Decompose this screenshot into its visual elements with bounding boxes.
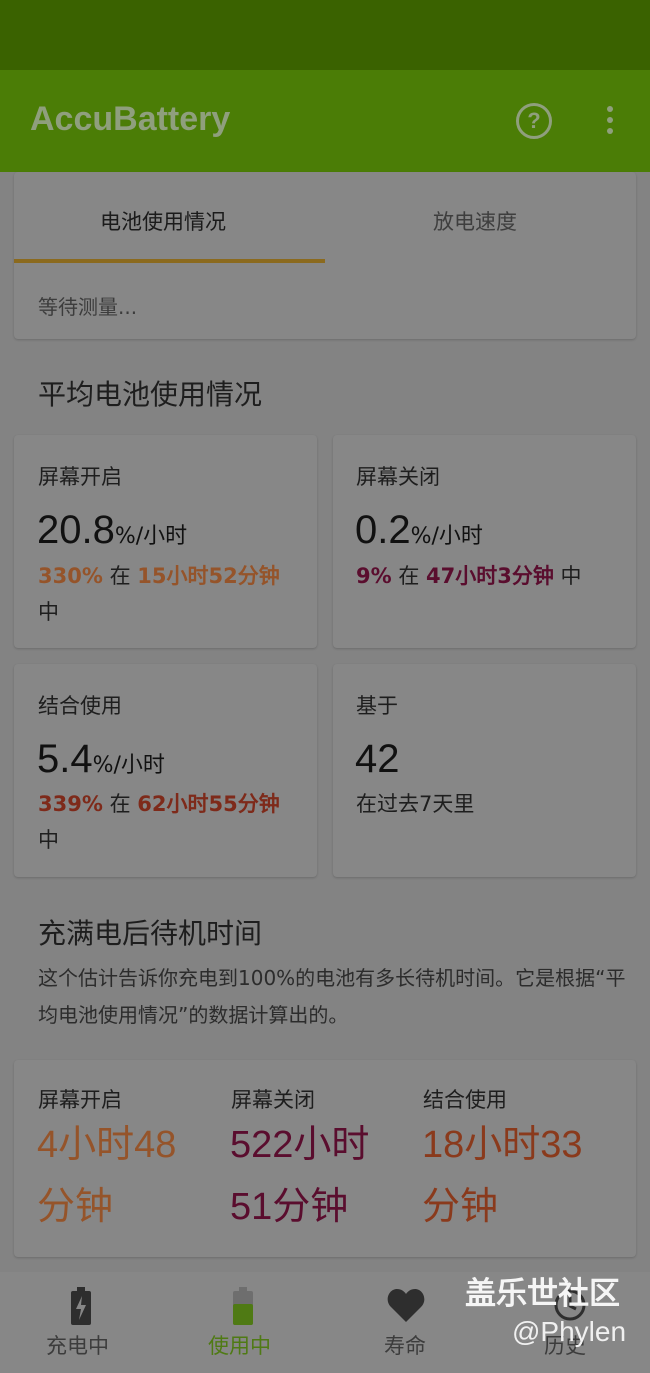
avg-usage-title: 平均电池使用情况 (38, 378, 263, 411)
battery-discharging-icon[interactable] (232, 1287, 254, 1325)
standby-combined-label: 结合使用 (423, 1088, 507, 1112)
standby-description: 这个估计告诉你充电到100%的电池有多长待机时间。它是根据“平均电池使用情况”的… (38, 966, 626, 1027)
standby-screen-off-label: 屏幕关闭 (231, 1088, 315, 1112)
heart-icon[interactable] (387, 1289, 425, 1323)
active-tab-indicator (14, 259, 325, 263)
battery-charging-icon[interactable] (70, 1287, 92, 1325)
screen-on-rate: 20.8%/小时 (37, 508, 188, 552)
overflow-menu-icon[interactable] (605, 106, 615, 138)
nav-discharging[interactable]: 使用中 (208, 1330, 271, 1360)
help-icon[interactable]: ? (516, 103, 552, 139)
standby-screen-on-value: 4小时48分钟 (37, 1124, 177, 1228)
nav-health[interactable]: 寿命 (384, 1330, 426, 1360)
waiting-status: 等待测量... (38, 295, 138, 319)
standby-screen-on-label: 屏幕开启 (38, 1088, 122, 1112)
screen-on-detail: 330% 在 15小时52分钟 中 (38, 564, 280, 624)
combined-rate: 5.4%/小时 (37, 737, 165, 781)
status-bar (0, 0, 650, 70)
standby-screen-off-value: 522小时51分钟 (230, 1124, 370, 1228)
based-on-detail: 在过去7天里 (356, 792, 475, 816)
screen-on-label: 屏幕开启 (38, 465, 122, 489)
watermark-user: @Phylen (512, 1316, 627, 1347)
nav-charging[interactable]: 充电中 (46, 1330, 109, 1360)
standby-title: 充满电后待机时间 (38, 917, 263, 950)
app-title: AccuBattery (30, 100, 231, 138)
tab-discharge-speed[interactable]: 放电速度 (433, 206, 517, 236)
standby-combined-value: 18小时33分钟 (422, 1124, 583, 1228)
screen-off-detail: 9% 在 47小时3分钟 中 (356, 564, 582, 588)
tab-battery-usage[interactable]: 电池使用情况 (100, 206, 226, 236)
screen-off-rate: 0.2%/小时 (355, 508, 483, 552)
based-on-count: 42 (355, 737, 400, 781)
combined-label: 结合使用 (38, 694, 122, 718)
screen-off-label: 屏幕关闭 (356, 465, 440, 489)
based-on-label: 基于 (356, 694, 398, 718)
combined-detail: 339% 在 62小时55分钟 中 (38, 792, 280, 852)
watermark-community: 盖乐世社区 (465, 1276, 620, 1312)
